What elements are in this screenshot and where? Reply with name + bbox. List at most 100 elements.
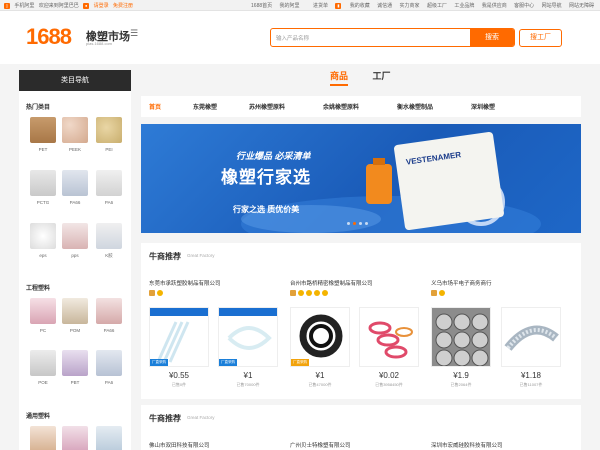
subnav-suzhou[interactable]: 苏州橡塑原料 xyxy=(249,102,285,111)
category-item[interactable] xyxy=(95,426,123,450)
region-subnav: 首页 东莞橡塑 苏州橡塑原料 余姚橡塑原料 衡水橡塑制品 深圳橡塑 xyxy=(141,96,581,117)
product-price: ¥1 xyxy=(315,371,325,380)
company-name[interactable]: 深圳市宏威硅胶科技有限公司 xyxy=(431,441,503,449)
bag-image xyxy=(96,350,122,376)
subnav-shenzhen[interactable]: 深圳橡塑 xyxy=(471,102,495,111)
panel-title: 牛商推荐 xyxy=(149,252,181,261)
nav-strong-merchants[interactable]: 实力商家 xyxy=(400,3,420,9)
nav-service[interactable]: 客服中心 xyxy=(514,3,534,9)
category-item[interactable]: PA6 xyxy=(95,350,123,385)
bag-image xyxy=(30,117,56,143)
company-name[interactable]: 佛山市双田科技有限公司 xyxy=(149,441,210,449)
category-item[interactable]: eps xyxy=(29,223,57,258)
nav-cart[interactable]: 进货单 ▮ xyxy=(307,2,342,9)
oring-image: 厂直采购 xyxy=(290,307,350,367)
category-item[interactable]: PA66 xyxy=(61,170,89,205)
category-item[interactable] xyxy=(29,426,57,450)
banner-tagline: 行家之选 质优价美 xyxy=(233,205,300,214)
subnav-home[interactable]: 首页 xyxy=(149,102,161,111)
section-general-plastics: 通用塑料 xyxy=(26,414,51,420)
nav-my-ali[interactable]: 我的阿里 xyxy=(280,3,300,9)
nav-supplier[interactable]: 我是供应商 xyxy=(482,3,507,9)
nav-accessibility[interactable]: 网站无障碍 xyxy=(569,3,594,9)
panel-title: 牛商推荐 xyxy=(149,414,181,423)
company-name[interactable]: 义乌市场平电子商务商行 xyxy=(431,279,492,287)
subnav-yuyao[interactable]: 余姚橡塑原料 xyxy=(323,102,359,111)
search-button[interactable]: 搜索 xyxy=(470,29,514,46)
phone-icon[interactable]: ▯ xyxy=(4,2,10,9)
factory-tag: 厂直采购 xyxy=(150,359,168,366)
badge-icon xyxy=(157,290,163,296)
product-card[interactable]: 厂直采购 ¥0.55 已售0件 xyxy=(149,307,209,388)
product-price: ¥1.9 xyxy=(453,371,469,380)
nav-industrial-brand[interactable]: 工业品牌 xyxy=(454,3,474,9)
product-price: ¥1 xyxy=(243,371,253,380)
powder-image xyxy=(30,223,56,249)
category-item[interactable]: POE xyxy=(29,350,57,385)
logo-1688[interactable]: 1688 xyxy=(26,26,72,48)
bag-image xyxy=(62,223,88,249)
nav-favorites[interactable]: 我的收藏 xyxy=(350,3,370,9)
tube-image: 厂直采购 xyxy=(149,307,209,367)
company-badges xyxy=(149,290,165,298)
hose-image xyxy=(431,307,491,367)
tab-products[interactable]: 商品 xyxy=(330,71,349,86)
carousel-dot[interactable] xyxy=(359,222,362,225)
category-item[interactable]: PA66 xyxy=(95,298,123,333)
promo-banner[interactable]: 行业爆品 必采清单 橡塑行家选 行家之选 质优价美 VESTENAMER xyxy=(141,124,581,233)
category-item[interactable] xyxy=(61,426,89,450)
carousel-dot-active[interactable] xyxy=(353,222,356,225)
category-item[interactable]: pps xyxy=(61,223,89,258)
company-name[interactable]: 台州市路桥精密橡塑制品有限公司 xyxy=(290,279,373,287)
pellet-image xyxy=(96,117,122,143)
product-sold: 已售70000件 xyxy=(236,382,260,387)
category-item[interactable]: PEI xyxy=(95,117,123,152)
section-hot-categories: 热门类目 xyxy=(26,105,51,111)
product-card[interactable]: ¥0.02 已售3958450件 xyxy=(359,307,419,388)
category-item[interactable]: PA6 xyxy=(95,170,123,205)
register-link[interactable]: 免费注册 xyxy=(113,3,133,9)
category-item[interactable]: PET xyxy=(29,117,57,152)
top-utility-bar: ▯ 手机阿里 欢迎来到阿里巴巴 ● 请登录 免费注册 1688首页 我的阿里 进… xyxy=(0,0,600,11)
subnav-hengshui[interactable]: 衡水橡塑制品 xyxy=(397,102,433,111)
company-name[interactable]: 广州贝士特橡塑有限公司 xyxy=(290,441,351,449)
oring-image xyxy=(359,307,419,367)
market-url: plas.1688.com xyxy=(86,41,113,46)
tab-factories[interactable]: 工厂 xyxy=(373,71,391,81)
carousel-dots[interactable] xyxy=(347,221,371,227)
oring-drawing xyxy=(368,321,413,359)
header: 1688 橡塑市场 plas.1688.com ☰ 输入产品名称 搜索 搜工厂 xyxy=(0,11,600,64)
category-item[interactable]: PBT xyxy=(61,350,89,385)
main-tabs: 商品 工厂 xyxy=(330,69,413,86)
badge-icon xyxy=(314,290,320,296)
product-card[interactable]: ¥1.9 已售2064件 xyxy=(431,307,491,388)
product-card[interactable]: 厂直采购 ¥1 已售47000件 xyxy=(290,307,350,388)
category-item[interactable]: K胶 xyxy=(95,223,123,259)
banner-line1: 行业爆品 必采清单 xyxy=(236,151,311,161)
nav-chengxintong[interactable]: 诚信通 xyxy=(377,3,392,9)
category-item[interactable]: PEEK xyxy=(61,117,89,152)
bag-image xyxy=(62,426,88,450)
nav-sitemap[interactable]: 网站导航 xyxy=(542,3,562,9)
pellet-image xyxy=(62,117,88,143)
nav-home[interactable]: 1688首页 xyxy=(251,3,272,9)
subnav-dongguan[interactable]: 东莞橡塑 xyxy=(193,102,217,111)
bag-image xyxy=(96,170,122,196)
nav-super-factory[interactable]: 超级工厂 xyxy=(427,3,447,9)
carousel-dot[interactable] xyxy=(347,222,350,225)
search-input[interactable]: 输入产品名称 xyxy=(276,34,309,42)
carousel-dot[interactable] xyxy=(365,222,368,225)
product-card[interactable]: 厂直采购 ¥1 已售70000件 xyxy=(218,307,278,388)
badge-icon xyxy=(431,290,437,296)
search-factory-button[interactable]: 搜工厂 xyxy=(519,29,562,47)
product-sold: 已售0件 xyxy=(171,382,187,387)
category-item[interactable]: POM xyxy=(61,298,89,333)
menu-icon[interactable]: ☰ xyxy=(130,28,138,39)
mobile-link[interactable]: 手机阿里 xyxy=(14,3,34,9)
tube-image: 厂直采购 xyxy=(218,307,278,367)
product-card[interactable]: ¥1.18 已售11007件 xyxy=(501,307,561,388)
category-item[interactable]: PC xyxy=(29,298,57,333)
company-name[interactable]: 东莞市承跃塑胶制品有限公司 xyxy=(149,279,221,287)
login-link[interactable]: 请登录 xyxy=(94,3,109,9)
category-item[interactable]: PCTG xyxy=(29,170,57,205)
